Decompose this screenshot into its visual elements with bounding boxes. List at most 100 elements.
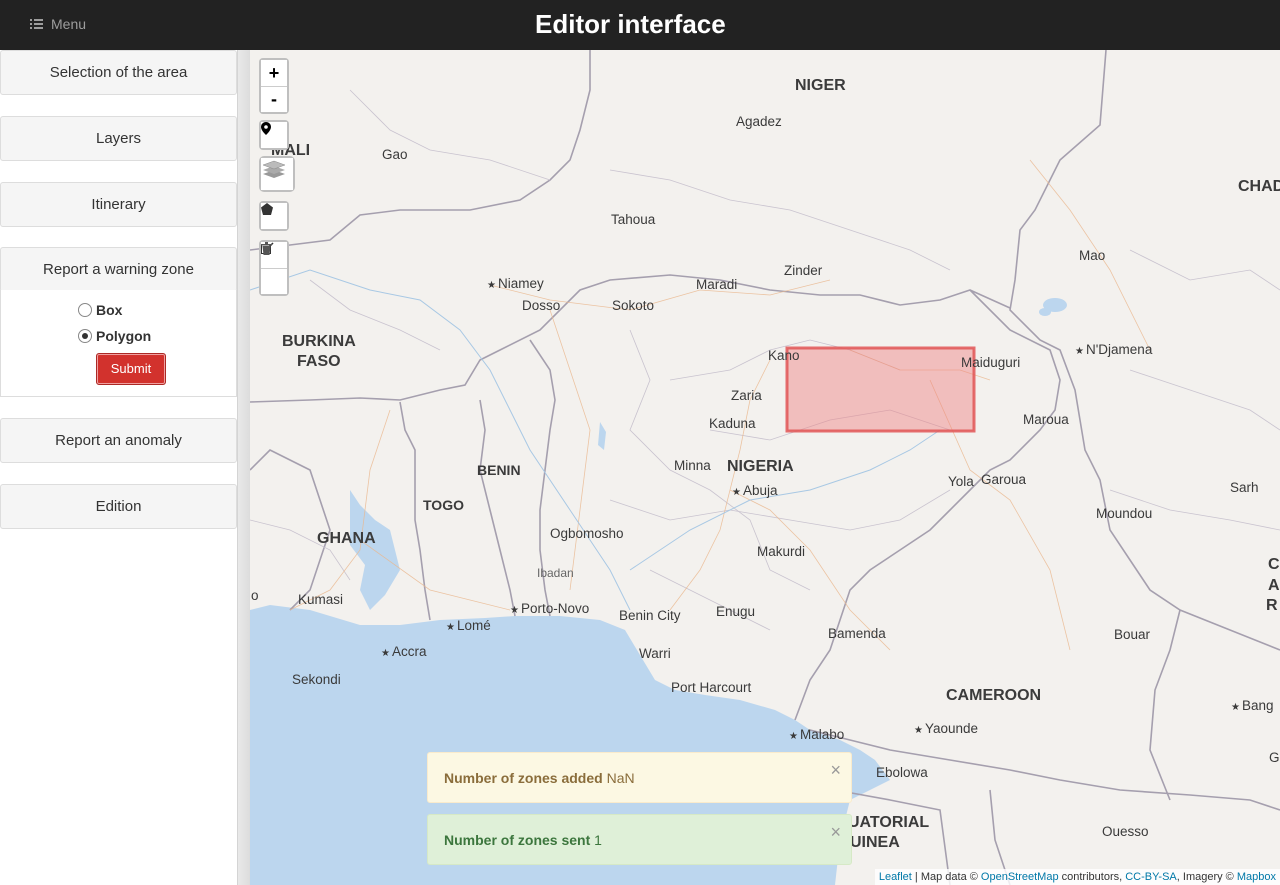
city-label-ebolowa: Ebolowa [876, 765, 928, 780]
sidebar-resize-handle[interactable] [237, 50, 250, 885]
city-label-ogbomosho: Ogbomosho [550, 526, 624, 541]
city-label-kaduna: Kaduna [709, 416, 756, 431]
city-label-accra: ★ Accra [381, 644, 427, 659]
zoom-out-button[interactable]: - [261, 86, 287, 112]
zoom-in-button[interactable]: + [261, 60, 287, 86]
city-label-niamey: ★ Niamey [487, 276, 544, 291]
list-icon [30, 19, 43, 29]
city-label-makurdi: Makurdi [757, 544, 806, 559]
city-label-partial-o: o [251, 588, 259, 603]
sidebar-item-itinerary[interactable]: Itinerary [0, 182, 237, 227]
zones-sent-label: Number of zones sent [444, 832, 591, 848]
warning-zone-polygon[interactable] [785, 346, 976, 433]
country-label-guinea: UINEA [850, 834, 900, 851]
city-label-moundou: Moundou [1096, 506, 1153, 521]
box-radio-label: Box [96, 302, 123, 318]
country-label-ghana: GHANA [317, 530, 376, 547]
mapbox-link[interactable]: Mapbox [1237, 871, 1276, 883]
label-partial-c: C [1268, 556, 1280, 573]
sidebar [0, 50, 237, 885]
city-label-ouesso: Ouesso [1102, 824, 1149, 839]
draw-control [259, 201, 289, 231]
page-title: Editor interface [535, 9, 726, 39]
cc-by-sa-link[interactable]: CC-BY-SA [1125, 871, 1177, 883]
city-label-benin-city: Benin City [619, 608, 681, 623]
city-label-maroua: Maroua [1023, 412, 1069, 427]
city-label-sokoto: Sokoto [612, 298, 655, 313]
country-label-nigeria: NIGERIA [727, 458, 794, 475]
city-label-bamenda: Bamenda [828, 626, 886, 641]
polygon-radio-label: Polygon [96, 328, 152, 344]
country-label-faso: FASO [297, 353, 341, 370]
country-label-equatorial: UATORIAL [848, 814, 930, 831]
locate-control [259, 120, 289, 150]
layers-control [259, 156, 295, 192]
city-label-gao: Gao [382, 147, 408, 162]
city-label-kumasi: Kumasi [298, 592, 344, 607]
city-label-sarh: Sarh [1230, 480, 1259, 495]
city-label-maradi: Maradi [696, 277, 738, 292]
trash-icon[interactable] [261, 242, 287, 294]
city-label-zinder: Zinder [784, 263, 823, 278]
city-label-dosso: Dosso [522, 298, 561, 313]
city-label-port-harcourt: Port Harcourt [671, 680, 752, 695]
city-label-yaounde: ★ Yaounde [914, 721, 979, 736]
city-label-ndjamena: ★ N'Djamena [1075, 342, 1153, 357]
city-label-garoua: Garoua [981, 472, 1027, 487]
polygon-radio[interactable] [78, 329, 92, 343]
zoom-control: + - [259, 58, 289, 114]
country-label-togo: TOGO [423, 497, 464, 513]
city-label-sekondi: Sekondi [292, 672, 341, 687]
edit-control [259, 240, 289, 296]
polygon-draw-icon[interactable] [261, 203, 287, 229]
sidebar-item-report-warning-zone[interactable]: Report a warning zone [0, 247, 237, 292]
osm-link[interactable]: OpenStreetMap [981, 871, 1059, 883]
zones-added-label: Number of zones added [444, 770, 603, 786]
city-label-malabo: ★ Malabo [789, 727, 845, 742]
map-attribution: Leaflet | Map data © OpenStreetMap contr… [874, 869, 1280, 885]
submit-button[interactable]: Submit [96, 353, 166, 385]
sidebar-item-layers[interactable]: Layers [0, 116, 237, 161]
city-label-enugu: Enugu [716, 604, 756, 619]
sidebar-item-report-anomaly[interactable]: Report an anomaly [0, 418, 237, 463]
location-pin-icon[interactable] [261, 122, 287, 148]
city-label-minna: Minna [674, 458, 711, 473]
city-label-agadez: Agadez [736, 114, 782, 129]
city-label-lome: ★ Lomé [446, 618, 491, 633]
country-label-benin: BENIN [477, 462, 521, 478]
option-box[interactable]: Box [78, 302, 122, 318]
country-label-chad: CHAD [1238, 178, 1280, 195]
label-partial-r: R [1266, 597, 1278, 614]
city-label-bouar: Bouar [1114, 627, 1151, 642]
menu-label: Menu [51, 16, 87, 32]
city-label-porto-novo: ★ Porto-Novo [510, 601, 590, 616]
menu-toggle[interactable]: Menu [30, 16, 86, 32]
city-label-zaria: Zaria [731, 388, 762, 403]
country-label-burkina: BURKINA [282, 333, 356, 350]
close-icon[interactable]: × [830, 745, 841, 796]
city-label-ibadan: Ibadan [537, 566, 574, 580]
layers-icon[interactable] [261, 158, 293, 190]
city-label-mao: Mao [1079, 248, 1106, 263]
option-polygon[interactable]: Polygon [78, 328, 151, 344]
country-label-niger: NIGER [795, 77, 846, 94]
city-label-maiduguri: Maiduguri [961, 355, 1021, 370]
zones-added-alert: Number of zones added NaN × [427, 752, 852, 803]
sidebar-item-selection-of-area[interactable]: Selection of the area [0, 50, 237, 95]
top-navbar: Menu Editor interface [0, 0, 1280, 50]
country-label-cameroon: CAMEROON [946, 687, 1042, 704]
sidebar-item-edition[interactable]: Edition [0, 484, 237, 529]
city-label-kano: Kano [768, 348, 800, 363]
city-label-warri: Warri [639, 646, 671, 661]
leaflet-link[interactable]: Leaflet [879, 871, 912, 883]
city-label-tahoua: Tahoua [611, 212, 656, 227]
zones-sent-value: 1 [594, 832, 602, 848]
zones-added-value: NaN [606, 770, 635, 786]
label-partial-a: A [1268, 577, 1280, 594]
city-label-yola: Yola [948, 474, 974, 489]
city-label-bangui: ★ Bang [1231, 698, 1274, 713]
label-partial-g: G [1269, 750, 1280, 765]
close-icon[interactable]: × [830, 807, 841, 858]
city-label-abuja: ★ Abuja [732, 483, 778, 498]
box-radio[interactable] [78, 303, 92, 317]
